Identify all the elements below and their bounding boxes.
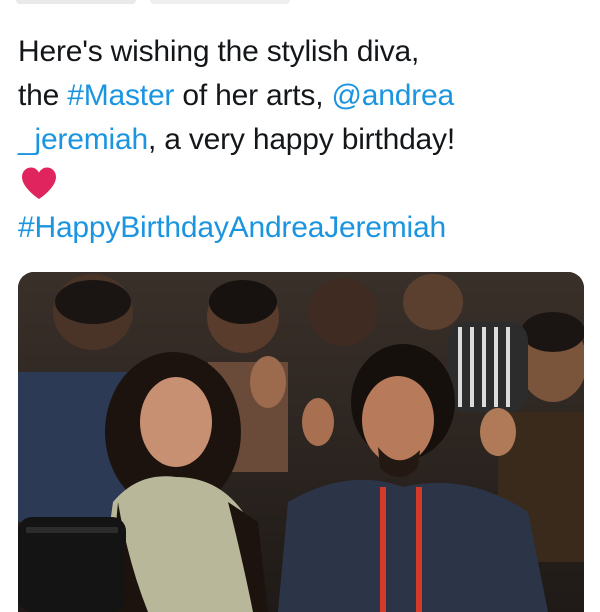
hashtag-birthday-link[interactable]: #HappyBirthdayAndreaJeremiah (18, 211, 446, 244)
tweet-line-5: #HappyBirthdayAndreaJeremiah (18, 206, 588, 250)
tweet-photo[interactable] (18, 272, 584, 612)
tweet-line-2: the #Master of her arts, @andrea (18, 79, 455, 112)
tweet-line-1: Here's wishing the stylish diva, (18, 35, 420, 68)
mention-andrea-link[interactable]: @andrea (332, 79, 455, 112)
photo-illustration (18, 272, 584, 612)
author-handle-cropped (150, 0, 290, 4)
author-name-cropped (16, 0, 136, 4)
tweet-line-3: _jeremiah, a very happy birthday! (18, 123, 455, 156)
red-heart-icon (22, 167, 56, 199)
tweet-header-cropped (0, 0, 600, 14)
tweet-body: Here's wishing the stylish diva, the #Ma… (18, 30, 588, 250)
mention-andrea-link-continued[interactable]: _jeremiah (18, 123, 148, 156)
heart-row (18, 162, 588, 206)
hashtag-master-link[interactable]: #Master (67, 79, 174, 112)
